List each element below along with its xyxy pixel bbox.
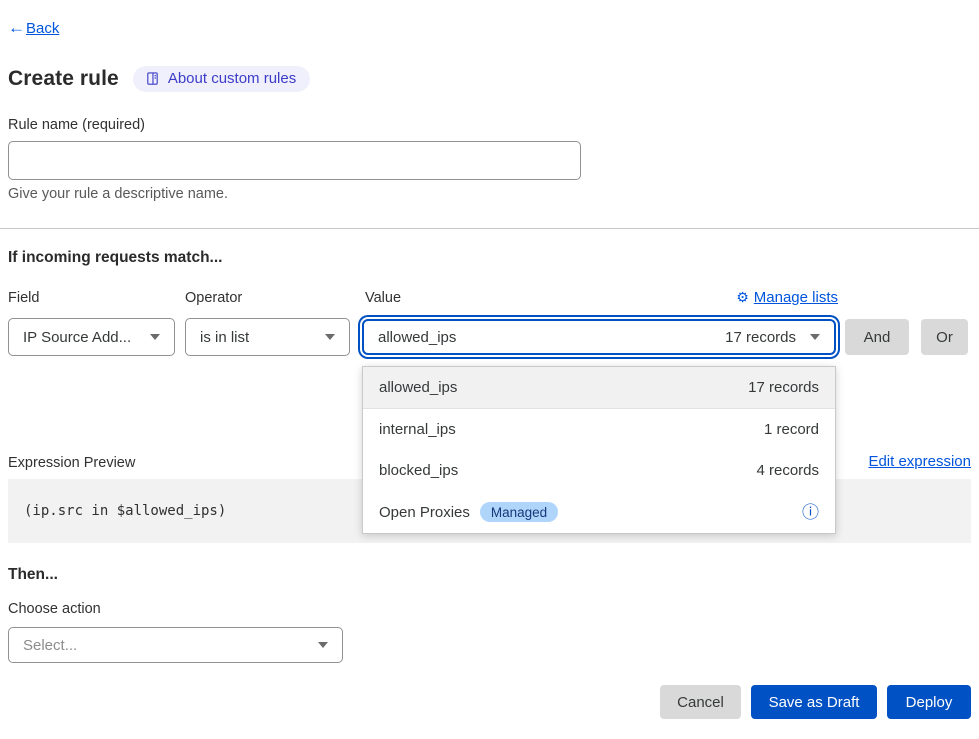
rule-name-label: Rule name (required)	[8, 117, 145, 133]
back-link[interactable]: ←Back	[8, 18, 59, 38]
book-icon	[145, 71, 160, 86]
expression-preview-label: Expression Preview	[8, 455, 135, 471]
about-custom-rules-label: About custom rules	[168, 70, 296, 87]
value-label: Value	[365, 290, 401, 306]
operator-label: Operator	[185, 290, 242, 306]
list-name: allowed_ips	[379, 379, 457, 396]
list-name: internal_ips	[379, 421, 456, 438]
action-select-placeholder: Select...	[23, 637, 77, 654]
rule-name-helper-text: Give your rule a descriptive name.	[8, 186, 228, 202]
manage-lists-link[interactable]: ⚙ Manage lists	[736, 289, 838, 306]
expression-code: (ip.src in $allowed_ips)	[24, 503, 226, 519]
and-button[interactable]: And	[845, 319, 909, 355]
chevron-down-icon	[150, 334, 160, 340]
list-name: Open Proxies	[379, 504, 470, 521]
list-name: blocked_ips	[379, 462, 458, 479]
edit-expression-link[interactable]: Edit expression	[868, 453, 971, 470]
dropdown-option-open-proxies[interactable]: Open Proxies Managed ⓘ	[363, 492, 835, 534]
deploy-button[interactable]: Deploy	[887, 685, 971, 719]
info-icon[interactable]: ⓘ	[802, 504, 819, 521]
chevron-down-icon	[318, 642, 328, 648]
action-select[interactable]: Select...	[8, 627, 343, 663]
list-record-count: 17 records	[748, 379, 819, 396]
or-button[interactable]: Or	[921, 319, 968, 355]
page-title: Create rule	[8, 67, 119, 91]
about-custom-rules-link[interactable]: About custom rules	[133, 66, 310, 92]
dropdown-option-internal-ips[interactable]: internal_ips 1 record	[363, 409, 835, 451]
then-section-heading: Then...	[8, 566, 58, 584]
chevron-down-icon	[325, 334, 335, 340]
manage-lists-label: Manage lists	[754, 289, 838, 306]
save-as-draft-button[interactable]: Save as Draft	[751, 685, 877, 719]
field-select-value: IP Source Add...	[23, 329, 131, 346]
section-divider	[0, 228, 979, 229]
match-section-heading: If incoming requests match...	[8, 249, 222, 267]
back-link-label: Back	[26, 20, 59, 37]
cancel-button[interactable]: Cancel	[660, 685, 741, 719]
value-select[interactable]: allowed_ips 17 records	[362, 319, 836, 355]
field-label: Field	[8, 290, 39, 306]
dropdown-option-blocked-ips[interactable]: blocked_ips 4 records	[363, 450, 835, 492]
list-record-count: 1 record	[764, 421, 819, 438]
back-arrow-icon: ←	[8, 18, 25, 38]
value-dropdown-panel: allowed_ips 17 records internal_ips 1 re…	[362, 366, 836, 534]
operator-select[interactable]: is in list	[185, 318, 350, 356]
title-row: Create rule About custom rules	[8, 66, 310, 92]
gear-icon: ⚙	[736, 289, 749, 306]
field-select[interactable]: IP Source Add...	[8, 318, 175, 356]
create-rule-page: ←Back Create rule About custom rules Rul…	[0, 0, 979, 739]
value-select-value: allowed_ips	[378, 329, 456, 346]
rule-name-input[interactable]	[8, 141, 581, 180]
managed-badge: Managed	[480, 502, 558, 522]
dropdown-option-allowed-ips[interactable]: allowed_ips 17 records	[363, 367, 835, 409]
choose-action-label: Choose action	[8, 601, 101, 617]
chevron-down-icon	[810, 334, 820, 340]
list-record-count: 4 records	[756, 462, 819, 479]
value-select-record-count: 17 records	[725, 329, 796, 346]
operator-select-value: is in list	[200, 329, 249, 346]
